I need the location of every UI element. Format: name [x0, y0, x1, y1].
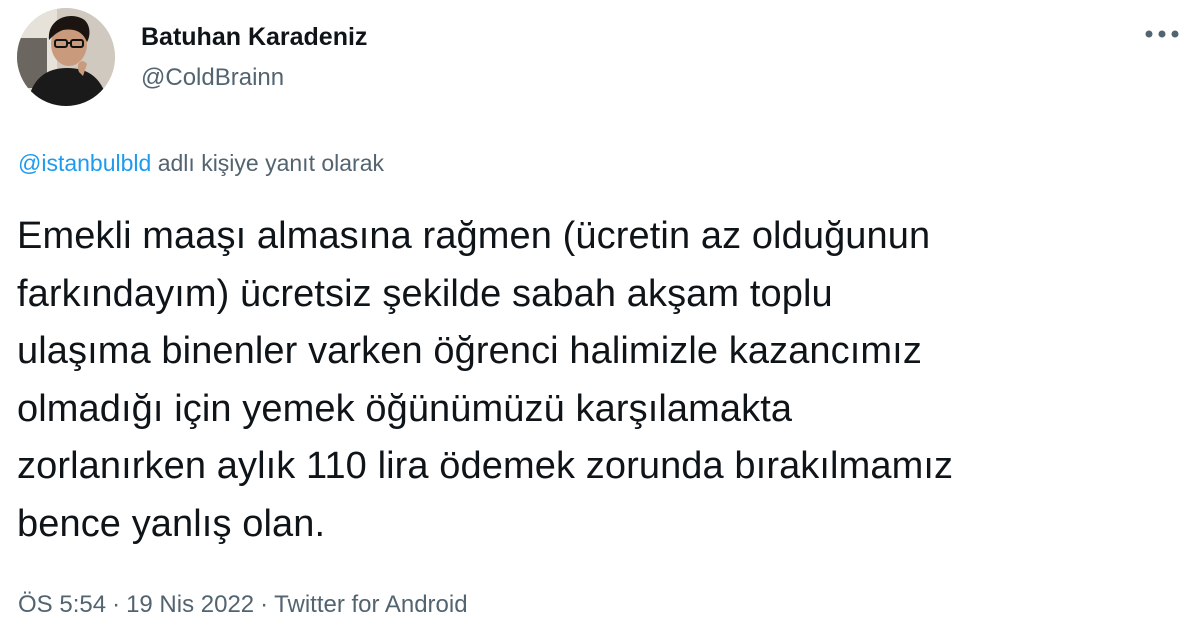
- tweet-text-line: ulaşıma binenler varken öğrenci halimizl…: [17, 330, 922, 372]
- tweet-card: Batuhan Karadeniz @ColdBrainn @istanbulb…: [0, 0, 1200, 634]
- tweet-text-line: Emekli maaşı almasına rağmen (ücretin az…: [17, 215, 931, 257]
- avatar[interactable]: [17, 8, 115, 106]
- meta-separator: ·: [260, 591, 269, 618]
- author-display-name[interactable]: Batuhan Karadeniz: [141, 22, 367, 52]
- profile-photo-icon: [17, 8, 115, 106]
- reply-mention-link[interactable]: @istanbulbld: [18, 150, 151, 176]
- meta-separator: ·: [112, 591, 121, 618]
- author-handle[interactable]: @ColdBrainn: [141, 64, 284, 92]
- tweet-date-link[interactable]: 19 Nis 2022: [126, 591, 254, 618]
- reply-context-label: adlı kişiye yanıt olarak: [151, 150, 384, 176]
- tweet-time-link[interactable]: ÖS 5:54: [18, 591, 106, 618]
- tweet-text-line: farkındayım) ücretsiz şekilde sabah akşa…: [17, 272, 833, 315]
- reply-context: @istanbulbld adlı kişiye yanıt olarak: [18, 149, 384, 177]
- tweet-meta: ÖS 5:54 · 19 Nis 2022 · Twitter for Android: [18, 590, 468, 620]
- tweet-text-line: zorlanırken aylık 110 lira ödemek zorund…: [17, 445, 954, 487]
- more-options-button[interactable]: [1134, 14, 1190, 54]
- tweet-text-line: bence yanlış olan.: [17, 502, 326, 545]
- more-horizontal-icon: [1145, 30, 1179, 38]
- tweet-text: Emekli maaşı almasına rağmen (ücretin az…: [17, 208, 1187, 553]
- tweet-source-link[interactable]: Twitter for Android: [274, 591, 467, 618]
- tweet-text-line: olmadığı için yemek öğünümüzü karşılamak…: [17, 387, 793, 430]
